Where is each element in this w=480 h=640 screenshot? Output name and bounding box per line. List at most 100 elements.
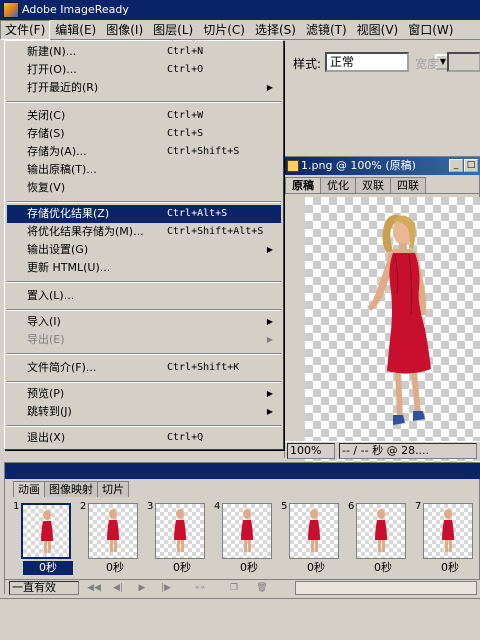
menu-item-import[interactable]: 导入(I) ▶ [7, 313, 281, 331]
frame[interactable]: 3 0秒 [145, 499, 209, 577]
frame-number: 5 [281, 501, 288, 512]
menu-separator [7, 201, 281, 203]
menu-item-label: 存储(S) [27, 127, 65, 140]
tab-animation[interactable]: 动画 [13, 481, 45, 497]
menu-window[interactable]: 窗口(W) [403, 20, 458, 40]
menu-slices[interactable]: 切片(C) [198, 20, 250, 40]
frame-delay[interactable]: 0秒 [358, 561, 408, 575]
menu-item-label: 退出(X) [27, 431, 66, 444]
menu-item-shortcut: Ctrl+Shift+S [167, 146, 240, 157]
menu-item-save-as[interactable]: 存储为(A)... Ctrl+Shift+S [7, 143, 281, 161]
frame-delay[interactable]: 0秒 [90, 561, 140, 575]
frame[interactable]: 4 0秒 [212, 499, 276, 577]
panel-title-bar[interactable] [5, 463, 480, 479]
menu-file[interactable]: 文件(F) [0, 20, 51, 40]
frame-delay[interactable]: 0秒 [425, 561, 475, 575]
menu-item-jump-to[interactable]: 跳转到(J) ▶ [7, 403, 281, 421]
menu-item-save-optimized[interactable]: 存储优化结果(Z) Ctrl+Alt+S [7, 205, 281, 223]
tab-slice[interactable]: 切片 [97, 481, 129, 497]
menu-image[interactable]: 图像(I) [101, 20, 148, 40]
submenu-arrow-icon: ▶ [266, 389, 273, 398]
menu-item-label: 导入(I) [27, 315, 61, 328]
frame-thumbnail[interactable] [423, 503, 473, 559]
menu-edit[interactable]: 编辑(E) [50, 20, 101, 40]
tween-icon[interactable]: ∘∘ [191, 581, 209, 595]
frame-thumbnail[interactable] [289, 503, 339, 559]
submenu-arrow-icon: ▶ [266, 245, 273, 254]
menu-item-output-settings[interactable]: 输出设置(G) ▶ [7, 241, 281, 259]
menu-item-open[interactable]: 打开(O)... Ctrl+O [7, 61, 281, 79]
frame[interactable]: 6 0秒 [346, 499, 410, 577]
next-frame-icon[interactable]: |▶ [157, 581, 175, 595]
menu-item-open-recent[interactable]: 打开最近的(R) ▶ [7, 79, 281, 97]
menu-item-preview[interactable]: 预览(P) ▶ [7, 385, 281, 403]
minimize-icon[interactable]: _ [449, 159, 463, 172]
tab-optimized[interactable]: 优化 [320, 177, 356, 193]
frame-thumbnail[interactable] [356, 503, 406, 559]
menu-item-revert[interactable]: 恢复(V) [7, 179, 281, 197]
tab-4-up[interactable]: 四联 [390, 177, 426, 193]
style-label: 样式: [293, 57, 322, 71]
loop-select[interactable]: 一直有效 [9, 581, 79, 595]
frame-delay[interactable]: 0秒 [23, 561, 73, 575]
menu-filter[interactable]: 滤镜(T) [301, 20, 352, 40]
menu-item-save[interactable]: 存储(S) Ctrl+S [7, 125, 281, 143]
menu-layer[interactable]: 图层(L) [148, 20, 198, 40]
menu-item-exit[interactable]: 退出(X) Ctrl+Q [7, 429, 281, 447]
menu-separator [7, 101, 281, 103]
frame[interactable]: 1 0秒 [11, 499, 75, 577]
menu-item-save-optimized-as[interactable]: 将优化结果存储为(M)... Ctrl+Shift+Alt+S [7, 223, 281, 241]
duplicate-frame-icon[interactable]: ❐ [225, 581, 243, 595]
frames-scrollbar[interactable] [295, 581, 477, 595]
zoom-select[interactable]: 100% [287, 443, 335, 459]
frame[interactable]: 2 0秒 [78, 499, 142, 577]
app-title-bar: Adobe ImageReady [0, 0, 480, 20]
document-window: 1.png @ 100% (原稿) _ □ 原稿 优化 双联 四联 100% -- /… [284, 156, 480, 593]
frame-thumbnail[interactable] [21, 503, 71, 559]
menu-item-output-original[interactable]: 输出原稿(T)... [7, 161, 281, 179]
menu-separator [7, 353, 281, 355]
frame-delay[interactable]: 0秒 [157, 561, 207, 575]
menu-item-label: 文件简介(F)... [27, 361, 97, 374]
panel-tabs: 动画 图像映射 切片 [13, 481, 129, 497]
frame-thumbnail[interactable] [222, 503, 272, 559]
menu-item-label: 更新 HTML(U)... [27, 261, 111, 274]
tab-2-up[interactable]: 双联 [355, 177, 391, 193]
previous-frame-icon[interactable]: ◀| [109, 581, 127, 595]
frame[interactable]: 7 0秒 [413, 499, 477, 577]
first-frame-icon[interactable]: ◀◀ [85, 581, 103, 595]
frame[interactable]: 5 0秒 [279, 499, 343, 577]
options-bar: 样式: 正常 ▼ 宽度 [284, 42, 480, 82]
menu-item-label: 跳转到(J) [27, 405, 72, 418]
menu-select[interactable]: 选择(S) [250, 20, 301, 40]
submenu-arrow-icon: ▶ [266, 317, 273, 326]
frame-number: 4 [214, 501, 221, 512]
frame-number: 2 [80, 501, 87, 512]
style-select[interactable]: 正常 ▼ [325, 52, 451, 72]
menu-item-close[interactable]: 关闭(C) Ctrl+W [7, 107, 281, 125]
frame-thumbnail[interactable] [155, 503, 205, 559]
style-value: 正常 [330, 55, 355, 69]
download-time-info[interactable]: -- / -- 秒 @ 28.... [339, 443, 477, 459]
menu-item-shortcut: Ctrl+Shift+Alt+S [167, 226, 264, 237]
frame-delay[interactable]: 0秒 [291, 561, 341, 575]
document-title-bar[interactable]: 1.png @ 100% (原稿) _ □ [285, 157, 480, 175]
menu-item-label: 打开(O)... [27, 63, 77, 76]
tab-image-map[interactable]: 图像映射 [44, 481, 98, 497]
menu-item-label: 存储为(A)... [27, 145, 87, 158]
play-icon[interactable]: ▶ [133, 581, 151, 595]
menu-view[interactable]: 视图(V) [352, 20, 404, 40]
menu-item-new[interactable]: 新建(N)... Ctrl+N [7, 43, 281, 61]
tab-original[interactable]: 原稿 [285, 177, 321, 193]
menu-item-shortcut: Ctrl+N [167, 46, 204, 57]
frame-thumbnail[interactable] [88, 503, 138, 559]
menu-item-file-info[interactable]: 文件简介(F)... Ctrl+Shift+K [7, 359, 281, 377]
document-view-tabs: 原稿 优化 双联 四联 [285, 177, 480, 194]
delete-frame-icon[interactable]: 🗑 [253, 581, 271, 595]
menu-separator [7, 381, 281, 383]
menu-item-update-html[interactable]: 更新 HTML(U)... [7, 259, 281, 277]
menu-item-place[interactable]: 置入(L)... [7, 287, 281, 305]
maximize-icon[interactable]: □ [464, 159, 478, 172]
menu-item-label: 打开最近的(R) [27, 81, 99, 94]
frame-delay[interactable]: 0秒 [224, 561, 274, 575]
